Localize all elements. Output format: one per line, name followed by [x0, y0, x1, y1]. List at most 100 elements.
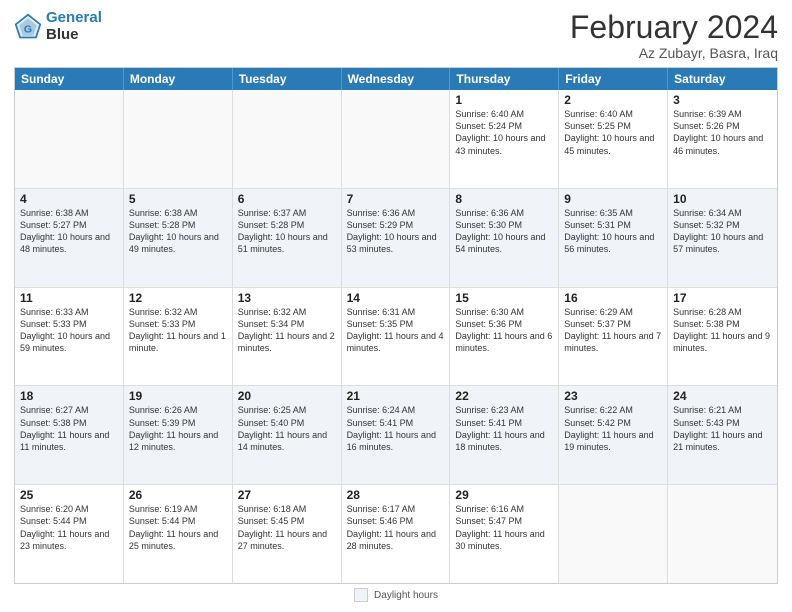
day-number: 21	[347, 389, 445, 403]
cal-cell: 16Sunrise: 6:29 AM Sunset: 5:37 PM Dayli…	[559, 288, 668, 386]
day-number: 16	[564, 291, 662, 305]
cal-cell: 10Sunrise: 6:34 AM Sunset: 5:32 PM Dayli…	[668, 189, 777, 287]
cal-cell	[668, 485, 777, 583]
cal-cell: 2Sunrise: 6:40 AM Sunset: 5:25 PM Daylig…	[559, 90, 668, 188]
cal-cell: 25Sunrise: 6:20 AM Sunset: 5:44 PM Dayli…	[15, 485, 124, 583]
cell-info: Sunrise: 6:27 AM Sunset: 5:38 PM Dayligh…	[20, 404, 118, 453]
cal-header-wednesday: Wednesday	[342, 68, 451, 90]
cal-cell: 21Sunrise: 6:24 AM Sunset: 5:41 PM Dayli…	[342, 386, 451, 484]
day-number: 26	[129, 488, 227, 502]
footer: Daylight hours	[14, 584, 778, 602]
cell-info: Sunrise: 6:39 AM Sunset: 5:26 PM Dayligh…	[673, 108, 772, 157]
cal-cell: 20Sunrise: 6:25 AM Sunset: 5:40 PM Dayli…	[233, 386, 342, 484]
cal-cell	[124, 90, 233, 188]
cal-cell: 13Sunrise: 6:32 AM Sunset: 5:34 PM Dayli…	[233, 288, 342, 386]
page: G General Blue February 2024 Az Zubayr, …	[0, 0, 792, 612]
cal-cell: 12Sunrise: 6:32 AM Sunset: 5:33 PM Dayli…	[124, 288, 233, 386]
cell-info: Sunrise: 6:33 AM Sunset: 5:33 PM Dayligh…	[20, 306, 118, 355]
cal-cell: 26Sunrise: 6:19 AM Sunset: 5:44 PM Dayli…	[124, 485, 233, 583]
title-block: February 2024 Az Zubayr, Basra, Iraq	[570, 10, 778, 61]
day-number: 24	[673, 389, 772, 403]
cal-cell: 22Sunrise: 6:23 AM Sunset: 5:41 PM Dayli…	[450, 386, 559, 484]
cell-info: Sunrise: 6:17 AM Sunset: 5:46 PM Dayligh…	[347, 503, 445, 552]
day-number: 29	[455, 488, 553, 502]
cal-cell: 4Sunrise: 6:38 AM Sunset: 5:27 PM Daylig…	[15, 189, 124, 287]
cal-header-sunday: Sunday	[15, 68, 124, 90]
cal-cell: 29Sunrise: 6:16 AM Sunset: 5:47 PM Dayli…	[450, 485, 559, 583]
cal-cell	[233, 90, 342, 188]
day-number: 3	[673, 93, 772, 107]
calendar-body: 1Sunrise: 6:40 AM Sunset: 5:24 PM Daylig…	[15, 90, 777, 583]
cal-cell: 8Sunrise: 6:36 AM Sunset: 5:30 PM Daylig…	[450, 189, 559, 287]
day-number: 4	[20, 192, 118, 206]
cell-info: Sunrise: 6:40 AM Sunset: 5:24 PM Dayligh…	[455, 108, 553, 157]
day-number: 25	[20, 488, 118, 502]
cal-header-tuesday: Tuesday	[233, 68, 342, 90]
day-number: 8	[455, 192, 553, 206]
header: G General Blue February 2024 Az Zubayr, …	[14, 10, 778, 61]
cal-cell	[559, 485, 668, 583]
cell-info: Sunrise: 6:19 AM Sunset: 5:44 PM Dayligh…	[129, 503, 227, 552]
day-number: 20	[238, 389, 336, 403]
logo-text: General Blue	[46, 10, 102, 43]
day-number: 14	[347, 291, 445, 305]
cal-cell: 19Sunrise: 6:26 AM Sunset: 5:39 PM Dayli…	[124, 386, 233, 484]
calendar-week-4: 18Sunrise: 6:27 AM Sunset: 5:38 PM Dayli…	[15, 386, 777, 485]
day-number: 2	[564, 93, 662, 107]
cal-header-saturday: Saturday	[668, 68, 777, 90]
cell-info: Sunrise: 6:18 AM Sunset: 5:45 PM Dayligh…	[238, 503, 336, 552]
cal-header-monday: Monday	[124, 68, 233, 90]
cal-cell: 3Sunrise: 6:39 AM Sunset: 5:26 PM Daylig…	[668, 90, 777, 188]
legend-box	[354, 588, 368, 602]
svg-text:G: G	[24, 23, 32, 35]
cell-info: Sunrise: 6:29 AM Sunset: 5:37 PM Dayligh…	[564, 306, 662, 355]
cell-info: Sunrise: 6:22 AM Sunset: 5:42 PM Dayligh…	[564, 404, 662, 453]
calendar-week-5: 25Sunrise: 6:20 AM Sunset: 5:44 PM Dayli…	[15, 485, 777, 583]
day-number: 6	[238, 192, 336, 206]
calendar: SundayMondayTuesdayWednesdayThursdayFrid…	[14, 67, 778, 584]
cal-cell: 18Sunrise: 6:27 AM Sunset: 5:38 PM Dayli…	[15, 386, 124, 484]
cal-cell: 5Sunrise: 6:38 AM Sunset: 5:28 PM Daylig…	[124, 189, 233, 287]
day-number: 18	[20, 389, 118, 403]
day-number: 17	[673, 291, 772, 305]
cell-info: Sunrise: 6:38 AM Sunset: 5:28 PM Dayligh…	[129, 207, 227, 256]
cell-info: Sunrise: 6:36 AM Sunset: 5:30 PM Dayligh…	[455, 207, 553, 256]
cal-cell: 9Sunrise: 6:35 AM Sunset: 5:31 PM Daylig…	[559, 189, 668, 287]
day-number: 13	[238, 291, 336, 305]
cal-cell: 15Sunrise: 6:30 AM Sunset: 5:36 PM Dayli…	[450, 288, 559, 386]
cal-cell: 24Sunrise: 6:21 AM Sunset: 5:43 PM Dayli…	[668, 386, 777, 484]
main-title: February 2024	[570, 10, 778, 45]
calendar-header-row: SundayMondayTuesdayWednesdayThursdayFrid…	[15, 68, 777, 90]
day-number: 7	[347, 192, 445, 206]
day-number: 9	[564, 192, 662, 206]
cal-cell: 1Sunrise: 6:40 AM Sunset: 5:24 PM Daylig…	[450, 90, 559, 188]
cell-info: Sunrise: 6:34 AM Sunset: 5:32 PM Dayligh…	[673, 207, 772, 256]
cell-info: Sunrise: 6:32 AM Sunset: 5:34 PM Dayligh…	[238, 306, 336, 355]
cal-header-friday: Friday	[559, 68, 668, 90]
cell-info: Sunrise: 6:38 AM Sunset: 5:27 PM Dayligh…	[20, 207, 118, 256]
subtitle: Az Zubayr, Basra, Iraq	[570, 45, 778, 61]
day-number: 27	[238, 488, 336, 502]
cal-cell: 6Sunrise: 6:37 AM Sunset: 5:28 PM Daylig…	[233, 189, 342, 287]
cal-cell: 27Sunrise: 6:18 AM Sunset: 5:45 PM Dayli…	[233, 485, 342, 583]
cell-info: Sunrise: 6:35 AM Sunset: 5:31 PM Dayligh…	[564, 207, 662, 256]
cal-cell	[342, 90, 451, 188]
cal-cell: 14Sunrise: 6:31 AM Sunset: 5:35 PM Dayli…	[342, 288, 451, 386]
cell-info: Sunrise: 6:32 AM Sunset: 5:33 PM Dayligh…	[129, 306, 227, 355]
cal-cell: 11Sunrise: 6:33 AM Sunset: 5:33 PM Dayli…	[15, 288, 124, 386]
logo-icon: G	[14, 13, 42, 41]
cell-info: Sunrise: 6:25 AM Sunset: 5:40 PM Dayligh…	[238, 404, 336, 453]
cal-cell: 28Sunrise: 6:17 AM Sunset: 5:46 PM Dayli…	[342, 485, 451, 583]
day-number: 1	[455, 93, 553, 107]
cell-info: Sunrise: 6:40 AM Sunset: 5:25 PM Dayligh…	[564, 108, 662, 157]
day-number: 15	[455, 291, 553, 305]
cell-info: Sunrise: 6:24 AM Sunset: 5:41 PM Dayligh…	[347, 404, 445, 453]
cal-cell	[15, 90, 124, 188]
calendar-week-1: 1Sunrise: 6:40 AM Sunset: 5:24 PM Daylig…	[15, 90, 777, 189]
day-number: 12	[129, 291, 227, 305]
cell-info: Sunrise: 6:31 AM Sunset: 5:35 PM Dayligh…	[347, 306, 445, 355]
day-number: 11	[20, 291, 118, 305]
cell-info: Sunrise: 6:26 AM Sunset: 5:39 PM Dayligh…	[129, 404, 227, 453]
cal-cell: 7Sunrise: 6:36 AM Sunset: 5:29 PM Daylig…	[342, 189, 451, 287]
cell-info: Sunrise: 6:37 AM Sunset: 5:28 PM Dayligh…	[238, 207, 336, 256]
